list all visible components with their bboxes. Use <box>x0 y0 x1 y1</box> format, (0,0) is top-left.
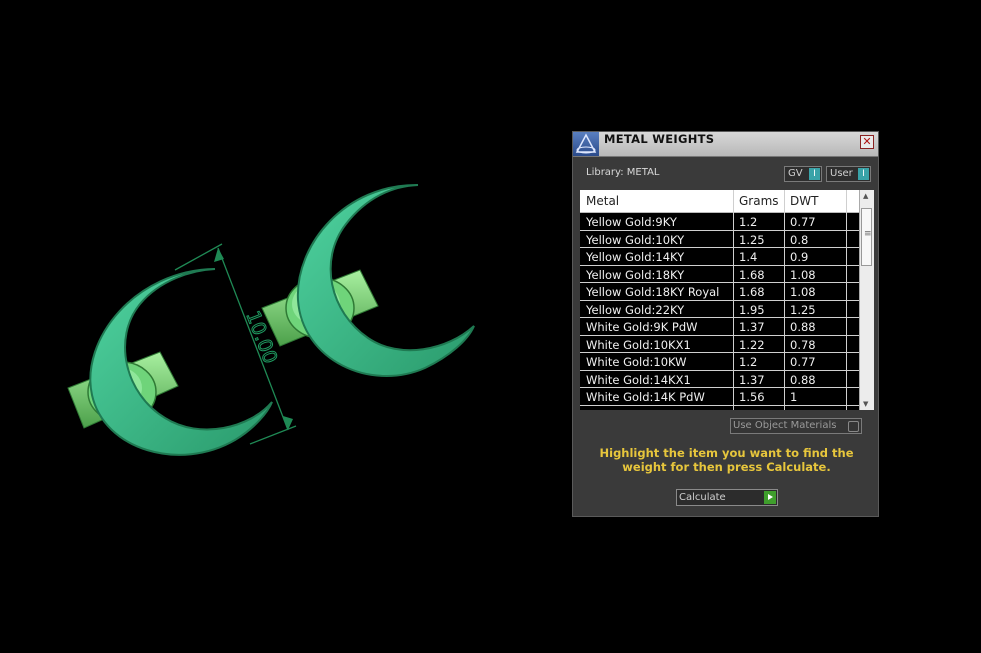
table-row[interactable]: White Gold:14K PdW 1.56 1 <box>580 388 859 406</box>
dwt-cell: 0.77 <box>790 355 816 369</box>
metal-cell: Yellow Gold:14KY <box>586 250 685 264</box>
metal-table: Metal Grams DWT Yellow Gold:9KY 1.2 0.77… <box>580 190 874 410</box>
metal-cell: White Gold:14KX1 <box>586 372 691 387</box>
gv-toggle-label: GV <box>788 168 803 179</box>
use-object-materials-label: Use Object Materials <box>733 420 837 431</box>
grams-cell: 1.95 <box>739 302 765 317</box>
grams-cell: 1.2 <box>739 215 758 229</box>
app-logo-icon <box>573 132 599 156</box>
dimension-annotation <box>174 243 297 445</box>
crescent-moon-left <box>89 268 273 456</box>
metal-cell: Yellow Gold:10KY <box>586 232 685 247</box>
grams-cell: 1.68 <box>739 267 765 282</box>
grams-cell: 1.37 <box>739 372 765 387</box>
column-header-grams[interactable]: Grams <box>739 194 779 208</box>
dwt-cell: 0.9 <box>790 250 809 264</box>
metal-cell: White Gold:10KX1 <box>586 337 691 352</box>
dwt-cell: 0.77 <box>790 215 816 229</box>
earring-left[interactable] <box>67 268 273 456</box>
metal-weights-panel: METAL WEIGHTS ✕ Library: METAL GV I User… <box>572 131 879 517</box>
table-row[interactable]: Yellow Gold:9KY 1.2 0.77 <box>580 213 859 231</box>
earring-right[interactable] <box>261 183 475 377</box>
dwt-cell: 1 <box>790 390 798 404</box>
dwt-cell: 0.8 <box>790 232 809 247</box>
gv-toggle[interactable]: GV I <box>784 166 822 182</box>
table-row[interactable]: Yellow Gold:22KY 1.95 1.25 <box>580 301 859 318</box>
table-row[interactable]: White Gold:10KW 1.2 0.77 <box>580 353 859 371</box>
library-label: Library: METAL <box>586 167 660 178</box>
table-row[interactable]: Yellow Gold:14KY 1.4 0.9 <box>580 248 859 266</box>
table-row[interactable]: White Gold:10KX1 1.22 0.78 <box>580 336 859 353</box>
instruction-text: Highlight the item you want to find the … <box>599 446 854 474</box>
grams-cell: 1.56 <box>739 390 765 404</box>
crescent-moon-right <box>296 183 475 377</box>
table-body: Yellow Gold:9KY 1.2 0.77 Yellow Gold:10K… <box>580 213 859 406</box>
column-header-metal[interactable]: Metal <box>586 194 619 208</box>
table-row[interactable]: Yellow Gold:18KY 1.68 1.08 <box>580 266 859 283</box>
play-arrow-icon <box>764 491 776 504</box>
grams-cell: 1.68 <box>739 285 765 299</box>
table-header: Metal Grams DWT <box>580 190 859 213</box>
checkbox-icon <box>848 421 859 432</box>
metal-cell: White Gold:14K PdW <box>586 390 705 404</box>
metal-cell: White Gold:10KW <box>586 355 687 369</box>
table-scrollbar[interactable]: ▲ ≡ ▼ <box>859 190 874 410</box>
grams-cell: 1.4 <box>739 250 758 264</box>
calculate-label: Calculate <box>679 492 726 503</box>
metal-cell: Yellow Gold:18KY Royal <box>586 285 720 299</box>
grip-icon: ≡ <box>864 229 872 239</box>
dwt-cell: 1.08 <box>790 285 816 299</box>
grams-cell: 1.22 <box>739 337 765 352</box>
metal-cell: Yellow Gold:18KY <box>586 267 685 282</box>
close-button[interactable]: ✕ <box>860 135 874 149</box>
gv-toggle-knob: I <box>809 168 820 180</box>
metal-cell: Yellow Gold:9KY <box>586 215 677 229</box>
grams-cell: 1.25 <box>739 232 765 247</box>
user-toggle[interactable]: User I <box>826 166 871 182</box>
grams-cell: 1.2 <box>739 355 758 369</box>
table-row[interactable]: Yellow Gold:18KY Royal 1.68 1.08 <box>580 283 859 301</box>
column-header-dwt[interactable]: DWT <box>790 194 818 208</box>
table-row[interactable]: Yellow Gold:10KY 1.25 0.8 <box>580 231 859 248</box>
use-object-materials-checkbox[interactable]: Use Object Materials <box>730 418 862 434</box>
dwt-cell: 1.25 <box>790 302 816 317</box>
dwt-cell: 0.88 <box>790 372 816 387</box>
calculate-button[interactable]: Calculate <box>676 489 778 506</box>
scroll-down-arrow-icon[interactable]: ▼ <box>863 400 868 408</box>
dwt-cell: 1.08 <box>790 267 816 282</box>
scroll-thumb[interactable]: ≡ <box>861 208 872 266</box>
table-row[interactable]: White Gold:14KX1 1.37 0.88 <box>580 371 859 388</box>
panel-titlebar[interactable]: METAL WEIGHTS ✕ <box>573 132 878 157</box>
dwt-cell: 0.78 <box>790 337 816 352</box>
user-toggle-knob: I <box>858 168 869 180</box>
panel-title: METAL WEIGHTS <box>604 132 715 146</box>
metal-cell: Yellow Gold:22KY <box>586 302 685 317</box>
user-toggle-label: User <box>830 168 853 179</box>
grams-cell: 1.37 <box>739 320 765 334</box>
table-row[interactable]: White Gold:9K PdW 1.37 0.88 <box>580 318 859 336</box>
dwt-cell: 0.88 <box>790 320 816 334</box>
metal-cell: White Gold:9K PdW <box>586 320 698 334</box>
scroll-up-arrow-icon[interactable]: ▲ <box>863 192 868 200</box>
